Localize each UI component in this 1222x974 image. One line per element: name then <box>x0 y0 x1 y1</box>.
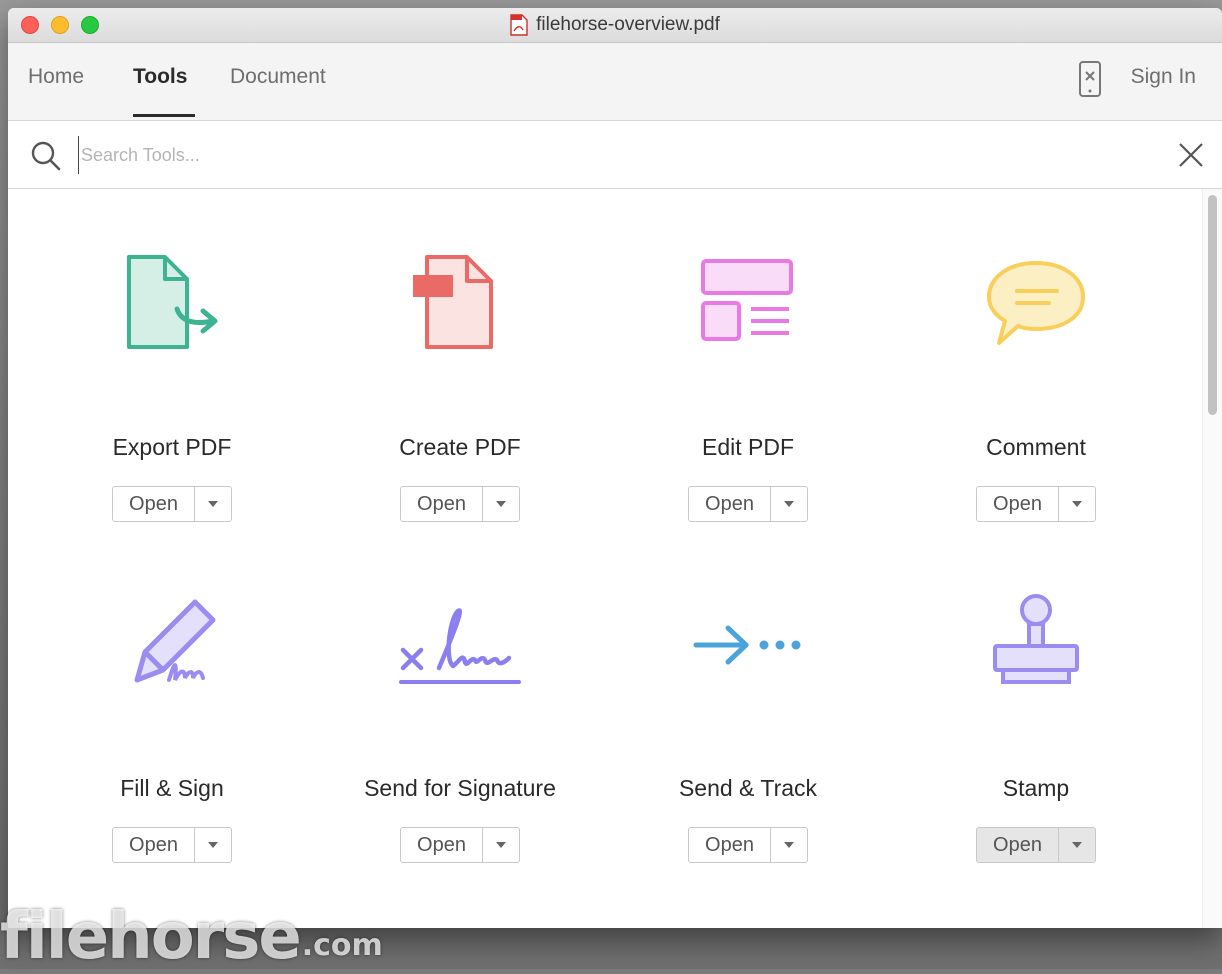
open-button[interactable]: Open <box>689 828 771 862</box>
tool-name: Comment <box>986 434 1086 460</box>
close-icon[interactable] <box>1178 142 1204 168</box>
chevron-down-icon <box>784 842 794 848</box>
open-split-button: Open <box>112 827 232 863</box>
edit-pdf-icon[interactable] <box>693 249 803 359</box>
tool-card-export-pdf: Export PDF Open <box>28 229 316 529</box>
open-button[interactable]: Open <box>689 487 771 521</box>
open-options-dropdown[interactable] <box>195 828 231 862</box>
tools-grid: Export PDF Open Create PDF Open Edit PDF… <box>8 189 1202 928</box>
pdf-file-icon <box>510 14 528 36</box>
chevron-down-icon <box>1072 501 1082 507</box>
tool-name: Stamp <box>1002 775 1070 801</box>
chevron-down-icon <box>208 501 218 507</box>
open-split-button: Open <box>112 486 232 522</box>
window-title: filehorse-overview.pdf <box>536 14 720 35</box>
chevron-down-icon <box>1072 842 1082 848</box>
tool-name: Send & Track <box>678 775 818 801</box>
tool-name: Create PDF <box>399 434 521 460</box>
open-button[interactable]: Open <box>977 487 1059 521</box>
open-split-button: Open <box>400 486 520 522</box>
search-bar <box>8 121 1222 189</box>
watermark-text: filehorse <box>0 900 302 974</box>
open-split-button: Open <box>976 486 1096 522</box>
tool-card-send-track: Send & Track Open <box>604 570 892 870</box>
tab-home[interactable]: Home <box>28 65 84 89</box>
tool-name: Send for Signature <box>364 775 556 801</box>
tool-card-comment: Comment Open <box>892 229 1180 529</box>
comment-icon[interactable] <box>981 249 1091 359</box>
open-split-button: Open <box>976 827 1096 863</box>
fill-sign-icon[interactable] <box>117 590 227 700</box>
tool-card-edit-pdf: Edit PDF Open <box>604 229 892 529</box>
top-nav: Home Tools Document Sign In <box>8 43 1222 121</box>
send-track-icon[interactable] <box>688 590 808 700</box>
open-options-dropdown[interactable] <box>771 828 807 862</box>
watermark-suffix: .com <box>301 928 383 963</box>
title-bar: filehorse-overview.pdf <box>8 8 1222 43</box>
tab-tools[interactable]: Tools <box>133 65 187 89</box>
open-button[interactable]: Open <box>113 828 195 862</box>
tool-card-fill-sign: Fill & Sign Open <box>28 570 316 870</box>
open-options-dropdown[interactable] <box>771 487 807 521</box>
scrollbar-thumb[interactable] <box>1208 195 1217 415</box>
search-icon <box>31 141 61 171</box>
open-split-button: Open <box>400 827 520 863</box>
mobile-device-icon[interactable] <box>1078 60 1102 98</box>
open-options-dropdown[interactable] <box>1059 487 1095 521</box>
tool-name: Export PDF <box>112 434 232 460</box>
watermark-logo: filehorse .com <box>0 905 383 969</box>
open-button[interactable]: Open <box>113 487 195 521</box>
stamp-icon[interactable] <box>981 590 1091 700</box>
send-for-signature-icon[interactable] <box>395 590 525 700</box>
open-options-dropdown[interactable] <box>483 487 519 521</box>
export-pdf-icon[interactable] <box>117 249 227 359</box>
open-button[interactable]: Open <box>977 828 1059 862</box>
active-tab-indicator <box>133 114 195 117</box>
open-options-dropdown[interactable] <box>483 828 519 862</box>
tool-name: Fill & Sign <box>120 775 224 801</box>
app-window: filehorse-overview.pdf Home Tools Docume… <box>8 8 1222 928</box>
chevron-down-icon <box>208 842 218 848</box>
create-pdf-icon[interactable] <box>405 249 515 359</box>
open-split-button: Open <box>688 486 808 522</box>
sign-in-link[interactable]: Sign In <box>1131 65 1196 89</box>
tab-document[interactable]: Document <box>230 65 326 89</box>
tool-name: Edit PDF <box>701 434 795 460</box>
open-split-button: Open <box>688 827 808 863</box>
vertical-scrollbar[interactable] <box>1202 189 1222 928</box>
window-title-group: filehorse-overview.pdf <box>8 8 1222 42</box>
chevron-down-icon <box>496 501 506 507</box>
tool-card-create-pdf: Create PDF Open <box>316 229 604 529</box>
chevron-down-icon <box>496 842 506 848</box>
open-button[interactable]: Open <box>401 487 483 521</box>
search-input[interactable] <box>78 136 1133 174</box>
open-options-dropdown[interactable] <box>1059 828 1095 862</box>
open-button[interactable]: Open <box>401 828 483 862</box>
open-options-dropdown[interactable] <box>195 487 231 521</box>
tool-card-stamp: Stamp Open <box>892 570 1180 870</box>
tool-card-send-for-signature: Send for Signature Open <box>316 570 604 870</box>
chevron-down-icon <box>784 501 794 507</box>
